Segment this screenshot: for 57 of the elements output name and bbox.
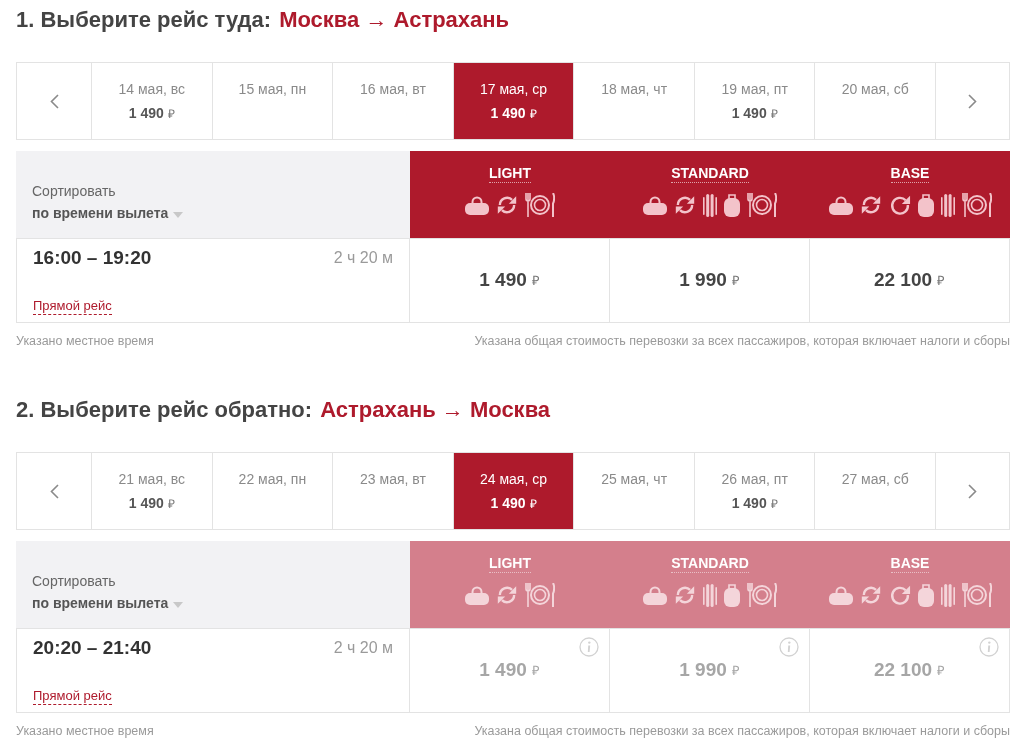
suitcase-icon	[917, 193, 934, 217]
chevron-right-icon	[968, 93, 978, 109]
flight-times: 16:00 – 19:20	[33, 245, 152, 270]
refresh-icon	[674, 194, 696, 216]
fare-name[interactable]: STANDARD	[671, 165, 749, 183]
handbag-icon	[465, 195, 489, 215]
handbag-icon	[465, 585, 489, 605]
price-note: Указана общая стоимость перевозки за всех пассажиров, которая включает налоги и сборы	[474, 723, 1010, 740]
flight-duration: 2 ч 20 м	[333, 248, 393, 268]
local-time-note: Указано местное время	[16, 723, 154, 740]
refresh-icon	[859, 194, 882, 216]
section-title: 1. Выберите рейс туда:	[16, 6, 272, 34]
plate-cutlery-icon	[961, 193, 992, 217]
sort-label: Сортировать	[32, 572, 116, 590]
suitcase-icon	[917, 583, 934, 607]
fare-price-button[interactable]: 1 990 ₽	[609, 239, 809, 322]
skis-icon	[940, 583, 955, 607]
refresh-icon	[496, 584, 518, 606]
fare-price-button[interactable]: 1 490 ₽	[409, 239, 609, 322]
suitcase-icon	[724, 583, 740, 607]
chevron-left-icon	[49, 93, 59, 109]
caret-icon	[173, 211, 184, 218]
plate-cutlery-icon	[747, 583, 777, 607]
fare-name[interactable]: LIGHT	[489, 165, 531, 183]
skis-icon	[703, 583, 717, 607]
plate-cutlery-icon	[747, 193, 777, 217]
suitcase-icon	[724, 193, 740, 217]
handbag-icon	[828, 195, 853, 215]
skis-icon	[703, 193, 717, 217]
refresh-icon	[674, 584, 696, 606]
chevron-left-icon	[49, 483, 59, 499]
route-text: Астрахань → Москва	[320, 396, 551, 424]
refresh-icon	[859, 584, 882, 606]
price-note: Указана общая стоимость перевозки за всех пассажиров, которая включает налоги и сборы	[474, 333, 1010, 350]
date-tab[interactable]: 17 мая, ср 1 490 ₽	[452, 63, 574, 139]
plate-cutlery-icon	[525, 193, 555, 217]
sort-dropdown[interactable]: по времени вылета	[32, 204, 184, 222]
direct-flight-link[interactable]: Прямой рейс	[33, 298, 112, 315]
chevron-right-icon	[968, 483, 978, 499]
route-text: Москва → Астрахань	[279, 6, 510, 34]
refresh-icon	[496, 194, 518, 216]
handbag-icon	[643, 195, 667, 215]
caret-icon	[173, 601, 184, 608]
section-title: 2. Выберите рейс обратно:	[16, 396, 313, 424]
fare-name[interactable]: BASE	[890, 165, 930, 183]
handbag-icon	[643, 585, 667, 605]
redo-icon	[888, 194, 911, 216]
plate-cutlery-icon	[525, 583, 555, 607]
plate-cutlery-icon	[961, 583, 992, 607]
local-time-note: Указано местное время	[16, 333, 154, 350]
redo-icon	[888, 584, 911, 606]
flight-times: 20:20 – 21:40	[33, 635, 152, 660]
fare-price-button[interactable]: 22 100 ₽	[809, 239, 1009, 322]
handbag-icon	[828, 585, 853, 605]
sort-label: Сортировать	[32, 182, 116, 200]
flight-duration: 2 ч 20 м	[333, 638, 393, 658]
skis-icon	[940, 193, 955, 217]
